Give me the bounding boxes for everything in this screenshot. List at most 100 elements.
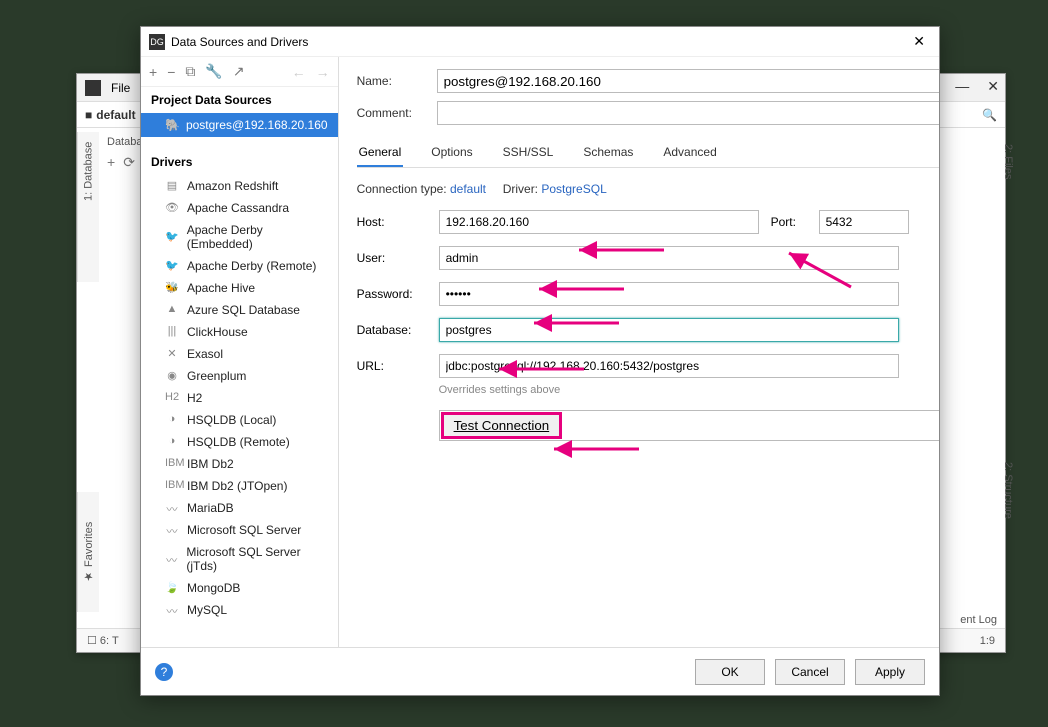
driver-item[interactable]: 🐝Apache Hive <box>141 277 338 299</box>
driver-icon: 〰 <box>165 523 179 537</box>
refresh-icon[interactable]: ⟳ <box>123 154 135 171</box>
ok-button[interactable]: OK <box>695 659 765 685</box>
tab-sshssl[interactable]: SSH/SSL <box>501 139 556 167</box>
close-icon[interactable]: ✕ <box>987 78 999 95</box>
url-hint: Overrides settings above <box>439 384 939 396</box>
tab-options[interactable]: Options <box>429 139 474 167</box>
remove-datasource-icon[interactable]: − <box>167 64 175 80</box>
favorites-tab[interactable]: ★ Favorites <box>77 492 99 612</box>
driver-item[interactable]: 〰 Microsoft SQL Server <box>141 519 338 541</box>
driver-item[interactable]: ◑HSQLDB (Remote) <box>141 431 338 453</box>
postgres-icon: 🐘 <box>165 118 180 132</box>
driver-icon: 🐝 <box>165 281 179 295</box>
driver-item[interactable]: ◉Greenplum <box>141 365 338 387</box>
driver-icon: 🐦 <box>165 259 179 273</box>
driver-icon: ||| <box>165 325 179 339</box>
wrench-icon[interactable]: 🔧 <box>205 63 222 80</box>
driver-icon: H2 <box>165 391 179 405</box>
driver-label: Microsoft SQL Server <box>187 523 301 537</box>
database-input[interactable] <box>439 318 899 342</box>
connection-type-line: Connection type: default Driver: Postgre… <box>357 182 939 196</box>
url-input[interactable] <box>439 354 899 378</box>
driver-item[interactable]: IBM IBM Db2 <box>141 453 338 475</box>
help-button[interactable]: ? <box>155 663 173 681</box>
driver-label: MySQL <box>187 603 227 617</box>
database-tool-tab[interactable]: 1: Database <box>77 132 99 282</box>
datasource-item[interactable]: 🐘 postgres@192.168.20.160 <box>141 113 338 137</box>
driver-label: IBM Db2 <box>187 457 234 471</box>
driver-item[interactable]: 〰 MySQL <box>141 599 338 621</box>
url-label: URL: <box>357 359 427 373</box>
event-log-link[interactable]: ent Log <box>960 614 997 626</box>
comment-label: Comment: <box>357 106 427 120</box>
cancel-button[interactable]: Cancel <box>775 659 845 685</box>
copy-icon[interactable]: ⧉ <box>185 63 195 80</box>
driver-icon: ◑ <box>165 413 179 427</box>
config-tabs: General Options SSH/SSL Schemas Advanced <box>357 139 939 168</box>
password-input[interactable] <box>439 282 899 306</box>
driver-label: Azure SQL Database <box>187 303 300 317</box>
add-icon[interactable]: + <box>107 154 115 171</box>
expand-icon[interactable]: ↗ <box>233 63 245 80</box>
project-data-sources-header: Project Data Sources <box>141 87 338 113</box>
connection-type-link[interactable]: default <box>450 182 486 196</box>
structure-tab[interactable]: 2: Structure <box>997 462 1019 582</box>
driver-item[interactable]: 🐦 Apache Derby (Remote) <box>141 255 338 277</box>
driver-item[interactable]: 〰Microsoft SQL Server (jTds) <box>141 541 338 577</box>
driver-item[interactable]: 〰MariaDB <box>141 497 338 519</box>
nav-back-icon[interactable]: ← <box>292 64 306 80</box>
driver-label: HSQLDB (Remote) <box>187 435 290 449</box>
driver-item[interactable]: ◑HSQLDB (Local) <box>141 409 338 431</box>
status-left[interactable]: ☐ 6: T <box>87 634 119 647</box>
comment-input[interactable] <box>444 102 939 124</box>
port-label: Port: <box>771 215 807 229</box>
driver-item[interactable]: ✕ Exasol <box>141 343 338 365</box>
driver-icon: ✕ <box>165 347 179 361</box>
data-sources-dialog: DG Data Sources and Drivers ✕ + − ⧉ 🔧 ↗ … <box>140 26 940 696</box>
driver-icon: ◉ <box>165 369 179 383</box>
driver-item[interactable]: ▤Amazon Redshift <box>141 175 338 197</box>
driver-icon: 〰 <box>165 603 179 617</box>
driver-icon: ▤ <box>165 179 179 193</box>
drivers-header: Drivers <box>141 149 338 175</box>
driver-icon: 🍃 <box>165 581 179 595</box>
driver-icon: 〰 <box>165 501 179 515</box>
minimize-icon[interactable]: — <box>955 78 969 95</box>
driver-label: Apache Derby (Remote) <box>187 259 316 273</box>
test-connection-button[interactable]: Test Connection <box>441 412 563 439</box>
tab-general[interactable]: General <box>357 139 404 167</box>
database-label: Database: <box>357 323 427 337</box>
driver-label: MongoDB <box>187 581 240 595</box>
dialog-close-button[interactable]: ✕ <box>907 33 931 50</box>
driver-item[interactable]: |||ClickHouse <box>141 321 338 343</box>
driver-item[interactable]: 🍃 MongoDB <box>141 577 338 599</box>
driver-label: Apache Cassandra <box>187 201 289 215</box>
files-tab[interactable]: 2: Files <box>997 134 1019 254</box>
nav-forward-icon[interactable]: → <box>316 64 330 80</box>
driver-label: IBM Db2 (JTOpen) <box>187 479 287 493</box>
tab-schemas[interactable]: Schemas <box>581 139 635 167</box>
port-input[interactable] <box>819 210 909 234</box>
user-input[interactable] <box>439 246 899 270</box>
tab-advanced[interactable]: Advanced <box>661 139 718 167</box>
driver-item[interactable]: IBMIBM Db2 (JTOpen) <box>141 475 338 497</box>
apply-button[interactable]: Apply <box>855 659 925 685</box>
driver-icon: IBM <box>165 457 179 471</box>
driver-item[interactable]: H2 H2 <box>141 387 338 409</box>
driver-link[interactable]: PostgreSQL <box>541 182 606 196</box>
add-datasource-icon[interactable]: + <box>149 64 157 80</box>
host-input[interactable] <box>439 210 759 234</box>
driver-item[interactable]: 🐦Apache Derby (Embedded) <box>141 219 338 255</box>
dialog-footer: ? OK Cancel Apply <box>141 647 939 695</box>
driver-item[interactable]: ▲Azure SQL Database <box>141 299 338 321</box>
search-icon[interactable]: 🔍 <box>982 108 997 122</box>
driver-label: H2 <box>187 391 202 405</box>
dialog-sidebar: + − ⧉ 🔧 ↗ ← → Project Data Sources 🐘 pos… <box>141 57 339 647</box>
driver-item[interactable]: 👁 Apache Cassandra <box>141 197 338 219</box>
driver-icon: 👁 <box>165 201 179 215</box>
driver-label: Exasol <box>187 347 223 361</box>
dialog-titlebar: DG Data Sources and Drivers ✕ <box>141 27 939 57</box>
user-label: User: <box>357 251 427 265</box>
name-input[interactable] <box>444 70 939 92</box>
file-menu[interactable]: File <box>111 81 130 95</box>
